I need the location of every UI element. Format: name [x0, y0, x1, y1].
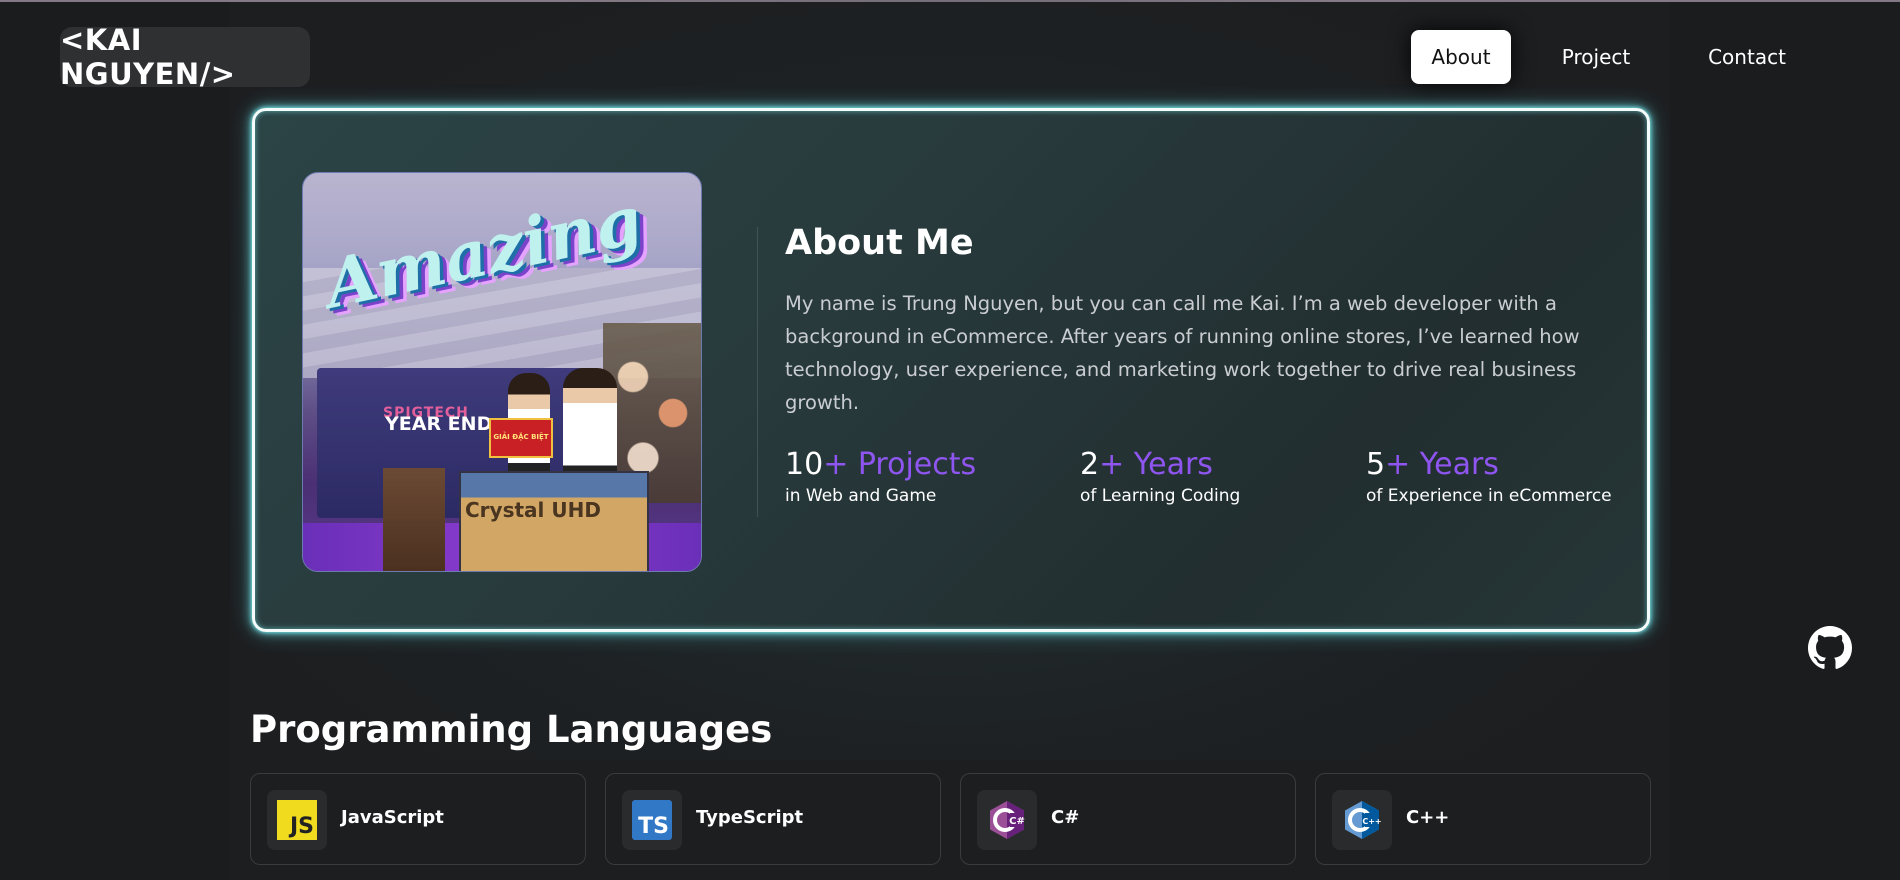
- photo-podium: [383, 468, 445, 571]
- language-card-javascript[interactable]: JS JavaScript: [250, 773, 586, 865]
- stat-number: 10: [785, 447, 824, 482]
- cplusplus-icon: C++: [1332, 790, 1392, 850]
- stat-coding-years: 2+ Years of Learning Coding: [1080, 447, 1240, 506]
- csharp-badge: C#: [1009, 816, 1025, 827]
- profile-photo: SPIGTECH YEAR END GIẢI ĐẶC BIỆT Crystal …: [302, 172, 702, 572]
- nav-about[interactable]: About: [1411, 30, 1511, 84]
- language-name: C#: [1051, 807, 1080, 828]
- stat-number: 2: [1080, 447, 1100, 482]
- github-icon-svg: [1808, 626, 1852, 669]
- stat-caption: of Learning Coding: [1080, 486, 1241, 506]
- photo-prize-sign: GIẢI ĐẶC BIỆT: [489, 418, 553, 458]
- stat-caption: of Experience in eCommerce: [1366, 486, 1612, 506]
- cplusplus-badge: C++: [1362, 817, 1381, 826]
- divider: [757, 227, 758, 517]
- language-name: JavaScript: [341, 807, 444, 828]
- stat-suffix: + Years: [1385, 447, 1499, 482]
- typescript-icon: TS: [622, 790, 682, 850]
- stat-number: 5: [1366, 447, 1386, 482]
- photo-prize-text: GIẢI ĐẶC BIỆT: [493, 433, 549, 441]
- stat-projects: 10+ Projects in Web and Game: [785, 447, 976, 506]
- language-name: TypeScript: [696, 807, 804, 828]
- site-logo[interactable]: <KAI NGUYEN/>: [60, 23, 310, 91]
- javascript-badge: JS: [277, 800, 317, 840]
- nav-project[interactable]: Project: [1536, 30, 1656, 84]
- stat-suffix: + Years: [1099, 447, 1213, 482]
- about-title: About Me: [785, 223, 974, 263]
- languages-title: Programming Languages: [250, 708, 773, 751]
- photo-banner-text: YEAR END: [385, 413, 493, 435]
- stat-suffix: + Projects: [823, 447, 977, 482]
- language-card-cplusplus[interactable]: C++ C++: [1315, 773, 1651, 865]
- cplusplus-hexagon: C++: [1345, 801, 1382, 839]
- language-name: C++: [1406, 807, 1450, 828]
- stat-ecommerce-years: 5+ Years of Experience in eCommerce: [1366, 447, 1612, 506]
- typescript-badge: TS: [632, 800, 672, 840]
- nav-contact[interactable]: Contact: [1682, 30, 1812, 84]
- language-card-csharp[interactable]: C# C#: [960, 773, 1296, 865]
- csharp-hexagon: C#: [990, 801, 1025, 839]
- github-icon[interactable]: [1808, 626, 1852, 670]
- csharp-icon: C#: [977, 790, 1037, 850]
- stat-caption: in Web and Game: [785, 486, 937, 506]
- javascript-icon: JS: [267, 790, 327, 850]
- about-bio: My name is Trung Nguyen, but you can cal…: [785, 292, 1580, 414]
- about-card: SPIGTECH YEAR END GIẢI ĐẶC BIỆT Crystal …: [252, 108, 1650, 632]
- photo-tv-text: Crystal UHD: [465, 498, 601, 522]
- language-card-typescript[interactable]: TS TypeScript: [605, 773, 941, 865]
